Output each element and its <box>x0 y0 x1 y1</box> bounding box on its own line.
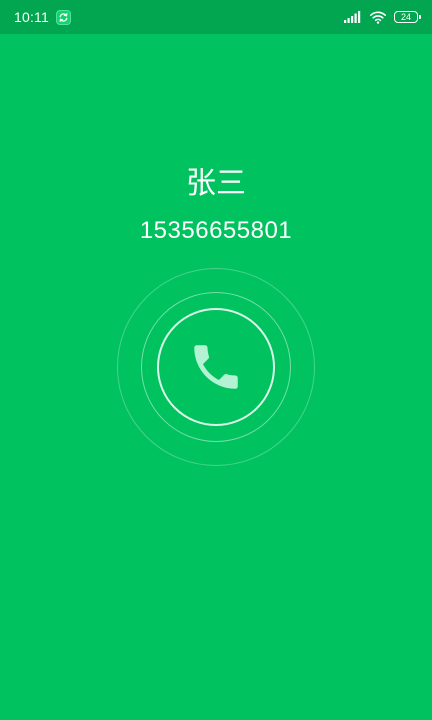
status-right-group: 24 <box>344 11 421 24</box>
status-bar: 10:11 24 <box>0 0 432 34</box>
answer-call-button[interactable] <box>157 308 275 426</box>
status-time: 10:11 <box>14 9 49 25</box>
sync-icon <box>56 9 71 25</box>
wifi-icon <box>370 11 386 24</box>
phone-icon <box>187 338 245 396</box>
signal-icon <box>344 11 362 23</box>
incoming-call-screen: 10:11 24 张三 15356655801 <box>0 0 432 720</box>
caller-name: 张三 <box>186 166 246 201</box>
battery-icon: 24 <box>394 11 421 23</box>
caller-phone-number: 15356655801 <box>139 217 293 244</box>
